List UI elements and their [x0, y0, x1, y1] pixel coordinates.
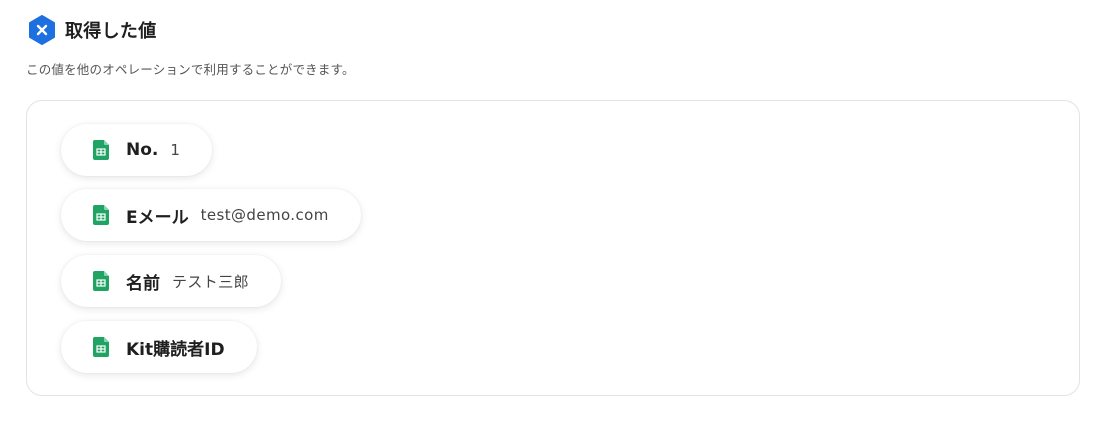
google-sheets-icon	[93, 271, 109, 291]
value-text: test@demo.com	[200, 206, 329, 224]
section-title: 取得した値	[65, 21, 157, 42]
value-text: テスト三郎	[172, 272, 250, 291]
value-chip-email[interactable]: Eメール test@demo.com	[61, 189, 361, 241]
value-chip-name[interactable]: 名前 テスト三郎	[61, 255, 282, 307]
yoom-x-hexagon-icon	[29, 15, 55, 45]
value-label: Eメール	[126, 207, 189, 228]
value-chip-kit-subscriber-id[interactable]: Kit購読者ID	[61, 321, 257, 373]
google-sheets-icon	[93, 205, 109, 225]
google-sheets-icon	[93, 337, 109, 357]
value-label: 名前	[126, 273, 160, 294]
section-description: この値を他のオペレーションで利用することができます。	[26, 62, 355, 77]
value-label: No.	[126, 140, 159, 160]
values-panel: No. 1 Eメール test@demo.com 名前 テスト三郎 Kit購読者…	[26, 100, 1080, 396]
value-label: Kit購読者ID	[126, 339, 225, 360]
value-text: 1	[170, 141, 181, 159]
value-chip-no[interactable]: No. 1	[61, 124, 213, 176]
google-sheets-icon	[93, 140, 109, 160]
section-header: 取得した値	[28, 15, 157, 45]
